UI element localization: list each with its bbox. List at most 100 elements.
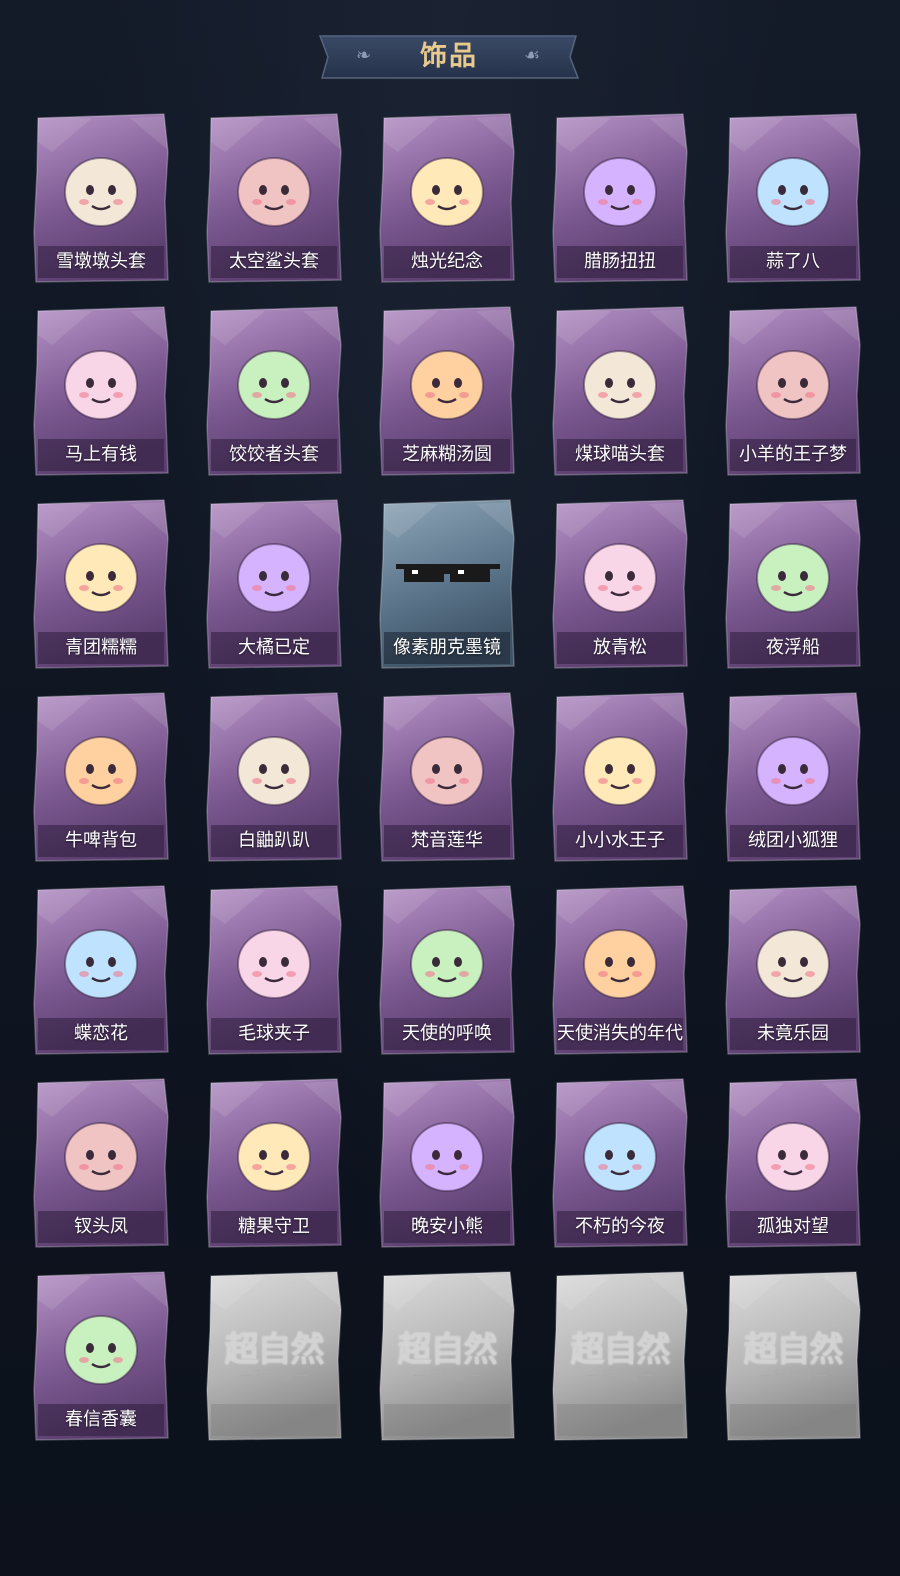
placeholder-logo-subtitle: — 行动组 — (586, 1368, 654, 1382)
item-card[interactable]: 煤球喵头套 (551, 305, 689, 477)
item-card[interactable]: 烛光纪念 (378, 112, 516, 284)
white-ferret-icon (219, 709, 329, 821)
placeholder-logo-subtitle: — 行动组 — (240, 1368, 308, 1382)
item-name: 大橘已定 (238, 637, 310, 658)
placeholder-logo-subtitle: — 行动组 — (759, 1368, 827, 1382)
item-card[interactable]: 蝶恋花 (32, 884, 170, 1056)
item-name: 晚安小熊 (411, 1216, 483, 1237)
item-name: 雪墩墩头套 (56, 251, 146, 272)
item-card[interactable]: 不朽的今夜 (551, 1077, 689, 1249)
placeholder-logo-icon: 超自然 (397, 1330, 498, 1370)
item-card[interactable]: 小羊的王子梦 (724, 305, 862, 477)
item-card[interactable]: 糖果守卫 (205, 1077, 343, 1249)
locked-item-card[interactable]: 超自然 — 行动组 — (378, 1270, 516, 1442)
item-card[interactable]: 放青松 (551, 498, 689, 670)
teddy-bear-icon (392, 1095, 502, 1207)
item-card[interactable]: 小小水王子 (551, 691, 689, 863)
item-card[interactable]: 春信香囊 (32, 1270, 170, 1442)
locked-item-card[interactable]: 超自然 — 行动组 — (551, 1270, 689, 1442)
dumpling-head-icon (219, 323, 329, 435)
item-card[interactable]: 白鼬趴趴 (205, 691, 343, 863)
jellyfish-icon (738, 516, 848, 628)
lotus-doll-icon (392, 709, 502, 821)
item-card[interactable]: 饺饺者头套 (205, 305, 343, 477)
item-name: 春信香囊 (65, 1409, 137, 1430)
item-card[interactable]: 蒜了八 (724, 112, 862, 284)
black-cat-head-icon (565, 323, 675, 435)
item-card[interactable]: 绒团小狐狸 (724, 691, 862, 863)
item-card[interactable]: 芝麻糊汤圆 (378, 305, 516, 477)
item-card[interactable]: 夜浮船 (724, 498, 862, 670)
item-name: 夜浮船 (766, 637, 820, 658)
garlic-icon (738, 130, 848, 242)
item-card[interactable]: 马上有钱 (32, 305, 170, 477)
item-card[interactable]: 天使的呼唤 (378, 884, 516, 1056)
item-name: 钗头凤 (74, 1216, 128, 1237)
item-name: 牛啤背包 (65, 830, 137, 851)
section-header: ❧ 饰品 ☙ (318, 32, 580, 82)
item-name: 孤独对望 (757, 1216, 829, 1237)
item-name: 糖果守卫 (238, 1216, 310, 1237)
item-name: 天使消失的年代 (557, 1023, 683, 1044)
item-name: 小小水王子 (575, 830, 665, 851)
item-card[interactable]: 太空鲨头套 (205, 112, 343, 284)
page-title: 饰品 (420, 41, 478, 72)
item-card[interactable]: 像素朋克墨镜 (378, 498, 516, 670)
fox-pendant-icon (738, 709, 848, 821)
tangyuan-icon (392, 323, 502, 435)
clown-girl-icon (738, 902, 848, 1014)
item-name: 芝麻糊汤圆 (402, 444, 492, 465)
butterfly-bell-icon (46, 902, 156, 1014)
item-card[interactable]: 晚安小熊 (378, 1077, 516, 1249)
item-name: 放青松 (593, 637, 647, 658)
orange-slice-icon (219, 516, 329, 628)
item-card[interactable]: 毛球夹子 (205, 884, 343, 1056)
pumpkin-scarecrow-icon (219, 1095, 329, 1207)
placeholder-logo-icon: 超自然 (743, 1330, 844, 1370)
candle-icon (392, 130, 502, 242)
pink-cat-bowl-icon (565, 1095, 675, 1207)
horse-head-icon (46, 323, 156, 435)
item-name: 马上有钱 (65, 444, 137, 465)
item-name: 饺饺者头套 (229, 444, 319, 465)
item-name: 小羊的王子梦 (739, 444, 847, 465)
item-card[interactable]: 腊肠扭扭 (551, 112, 689, 284)
water-prince-doll-icon (565, 709, 675, 821)
item-card[interactable]: 孤独对望 (724, 1077, 862, 1249)
placeholder-logo-icon: 超自然 (224, 1330, 325, 1370)
accessory-grid: 雪墩墩头套 太空鲨头套 烛光纪念 腊肠扭扭 蒜了八马上有钱 饺饺者头套 芝麻糊汤圆 煤球喵头套… (32, 112, 872, 1452)
green-rice-ball-icon (46, 516, 156, 628)
locked-item-card[interactable]: 超自然 — 行动组 — (724, 1270, 862, 1442)
item-name: 天使的呼唤 (402, 1023, 492, 1044)
header-right-ornament-icon: ☙ (524, 45, 541, 66)
hanging-doll-icon (738, 1095, 848, 1207)
veiled-girl-icon (565, 902, 675, 1014)
crowned-sheep-icon (738, 323, 848, 435)
item-name: 腊肠扭扭 (584, 251, 656, 272)
snowman-hat-icon (46, 130, 156, 242)
item-card[interactable]: 未竟乐园 (724, 884, 862, 1056)
phoenix-crown-doll-icon (46, 1095, 156, 1207)
pixel-sunglasses-icon (392, 516, 502, 628)
locked-item-card[interactable]: 超自然 — 行动组 — (205, 1270, 343, 1442)
item-name: 像素朋克墨镜 (393, 637, 501, 658)
cow-beer-backpack-icon (46, 709, 156, 821)
item-card[interactable]: 青团糯糯 (32, 498, 170, 670)
item-card[interactable]: 钗头凤 (32, 1077, 170, 1249)
item-name: 太空鲨头套 (229, 251, 319, 272)
item-card[interactable]: 大橘已定 (205, 498, 343, 670)
item-name: 绒团小狐狸 (748, 830, 838, 851)
potted-pine-icon (565, 516, 675, 628)
item-card[interactable]: 雪墩墩头套 (32, 112, 170, 284)
red-panda-drummer-icon (219, 902, 329, 1014)
item-card[interactable]: 梵音莲华 (378, 691, 516, 863)
item-name: 青团糯糯 (65, 637, 137, 658)
item-name: 毛球夹子 (238, 1023, 310, 1044)
placeholder-logo-icon: 超自然 (570, 1330, 671, 1370)
shark-head-icon (219, 130, 329, 242)
dachshund-head-icon (565, 130, 675, 242)
item-card[interactable]: 天使消失的年代 (551, 884, 689, 1056)
item-name: 蝶恋花 (74, 1023, 128, 1044)
sachet-icon (46, 1288, 156, 1400)
item-card[interactable]: 牛啤背包 (32, 691, 170, 863)
